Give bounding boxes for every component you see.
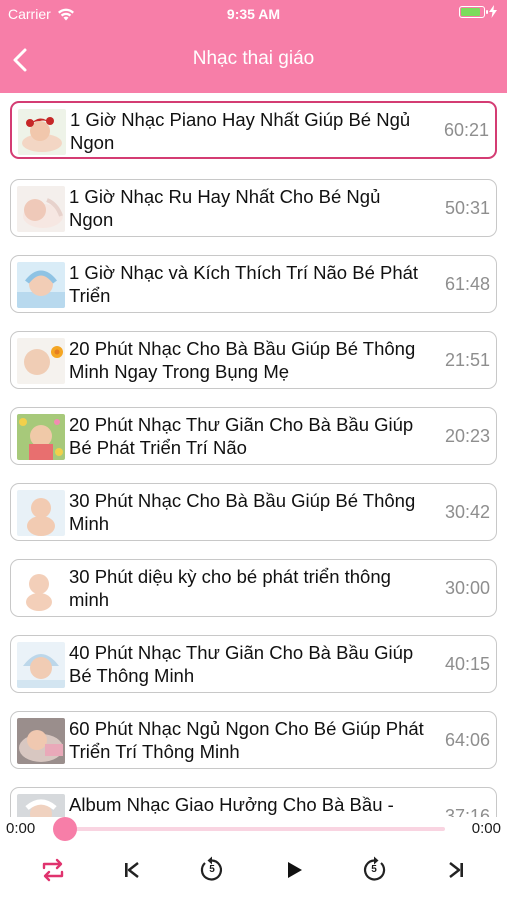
track-item-10[interactable]: Album Nhạc Giao Hưởng Cho Bà Bầu - 37:16 [10,787,497,817]
track-thumbnail [17,186,65,232]
repeat-button[interactable] [38,855,68,885]
track-duration: 20:23 [444,425,490,446]
previous-track-button[interactable] [117,855,147,885]
audio-player: 0:00 0:00 5 5 [0,817,507,900]
track-duration: 37:16 [444,805,490,818]
page-title: Nhạc thai giáo [192,48,315,69]
track-thumbnail [17,794,65,817]
elapsed-time: 0:00 [6,820,36,837]
forward-5-label: 5 [371,864,377,875]
track-thumbnail [17,262,65,308]
status-time: 9:35 AM [226,6,281,22]
track-title: 1 Giờ Nhạc Piano Hay Nhất Giúp Bé Ngủ Ng… [70,109,411,153]
repeat-icon [42,858,64,882]
track-thumbnail [17,566,65,612]
track-title: 60 Phút Nhạc Ngủ Ngon Cho Bé Giúp Phát T… [69,718,424,762]
track-item-8[interactable]: 40 Phút Nhạc Thư Giãn Cho Bà Bầu Giúp Bé… [10,635,497,693]
track-list[interactable]: 1 Giờ Nhạc Piano Hay Nhất Giúp Bé Ngủ Ng… [0,93,507,817]
play-icon [288,862,302,878]
battery-icon [459,5,488,18]
navigation-bar: Nhạc thai giáo [0,28,507,93]
track-item-3[interactable]: 1 Giờ Nhạc và Kích Thích Trí Não Bé Phát… [10,255,497,313]
skip-previous-icon [125,862,139,878]
total-time: 0:00 [471,820,501,837]
track-title: 40 Phút Nhạc Thư Giãn Cho Bà Bầu Giúp Bé… [69,642,414,686]
track-thumbnail [17,490,65,536]
track-title: Album Nhạc Giao Hưởng Cho Bà Bầu - [69,794,394,815]
track-thumbnail [18,109,66,155]
next-track-button[interactable] [441,855,471,885]
track-title: 20 Phút Nhạc Thư Giãn Cho Bà Bầu Giúp Bé… [69,414,414,458]
track-item-6[interactable]: 30 Phút Nhạc Cho Bà Bầu Giúp Bé Thông Mi… [10,483,497,541]
track-duration: 40:15 [444,653,490,674]
rewind-5-label: 5 [209,864,215,875]
status-bar: Carrier 9:35 AM [0,0,507,28]
charging-icon [489,5,497,18]
track-duration: 60:21 [443,119,489,140]
track-title: 30 Phút Nhạc Cho Bà Bầu Giúp Bé Thông Mi… [69,490,416,534]
progress-track[interactable] [65,827,445,831]
progress-slider-thumb[interactable] [53,817,77,841]
track-item-1[interactable]: 1 Giờ Nhạc Piano Hay Nhất Giúp Bé Ngủ Ng… [10,101,497,159]
track-thumbnail [17,718,65,764]
battery-group [459,5,497,18]
track-title: 30 Phút diệu kỳ cho bé phát triển thông … [69,566,391,610]
track-item-5[interactable]: 20 Phút Nhạc Thư Giãn Cho Bà Bầu Giúp Bé… [10,407,497,465]
track-duration: 30:42 [444,501,490,522]
track-title: 20 Phút Nhạc Cho Bà Bầu Giúp Bé Thông Mi… [69,338,416,382]
track-duration: 64:06 [444,729,490,750]
track-item-4[interactable]: 20 Phút Nhạc Cho Bà Bầu Giúp Bé Thông Mi… [10,331,497,389]
track-item-7[interactable]: 30 Phút diệu kỳ cho bé phát triển thông … [10,559,497,617]
track-thumbnail [17,642,65,688]
track-duration: 50:31 [444,197,490,218]
play-button[interactable] [279,855,309,885]
track-item-9[interactable]: 60 Phút Nhạc Ngủ Ngon Cho Bé Giúp Phát T… [10,711,497,769]
track-duration: 30:00 [444,577,490,598]
track-title: 1 Giờ Nhạc và Kích Thích Trí Não Bé Phát… [69,262,419,306]
track-title: 1 Giờ Nhạc Ru Hay Nhất Cho Bé Ngủ Ngon [69,186,381,230]
track-thumbnail [17,338,65,384]
skip-next-icon [449,862,463,878]
track-item-2[interactable]: 1 Giờ Nhạc Ru Hay Nhất Cho Bé Ngủ Ngon 5… [10,179,497,237]
track-thumbnail [17,414,65,460]
track-duration: 61:48 [444,273,490,294]
track-duration: 21:51 [444,349,490,370]
forward-5-button[interactable]: 5 [359,855,389,885]
rewind-5-button[interactable]: 5 [197,855,227,885]
